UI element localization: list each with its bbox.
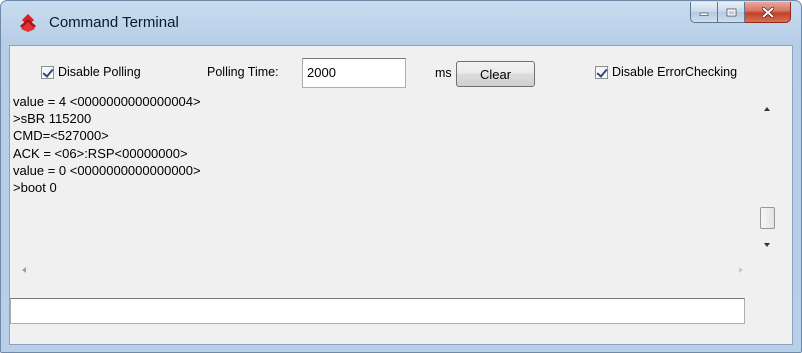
- vertical-scrollbar[interactable]: [759, 92, 776, 260]
- scroll-right-arrow-icon[interactable]: [739, 267, 743, 273]
- command-input[interactable]: [10, 298, 745, 324]
- polling-time-label: Polling Time:: [207, 65, 279, 79]
- console-line: CMD=<527000>: [13, 128, 109, 144]
- caption-buttons: [690, 2, 791, 23]
- red-diamond-chevron-icon: [20, 14, 36, 32]
- client-area: Disable Polling Polling Time: 2000 ms Cl…: [9, 45, 793, 345]
- disable-polling-checkbox[interactable]: [41, 66, 54, 79]
- console-line: value = 0 <0000000000000000>: [13, 162, 201, 178]
- console-line: value = 4 <0000000000000004>: [13, 94, 201, 109]
- console-output[interactable]: value = 4 <0000000000000004> >sBR 115200…: [10, 92, 758, 264]
- scroll-up-arrow-icon[interactable]: [764, 107, 770, 111]
- polling-unit-label: ms: [435, 66, 452, 80]
- maximize-icon: [726, 8, 736, 16]
- minimize-button[interactable]: [690, 2, 718, 23]
- command-terminal-window: Command Terminal Disable Polling Polling…: [0, 0, 802, 353]
- console-line: ACK = <06>:RSP<00000000>: [13, 145, 188, 161]
- disable-polling-label[interactable]: Disable Polling: [58, 65, 141, 79]
- horizontal-scrollbar[interactable]: [10, 262, 758, 279]
- minimize-icon: [699, 12, 709, 16]
- scroll-left-arrow-icon[interactable]: [22, 267, 26, 273]
- scroll-down-arrow-icon[interactable]: [764, 243, 770, 247]
- maximize-button[interactable]: [718, 2, 745, 23]
- polling-time-input[interactable]: 2000: [302, 58, 406, 88]
- vertical-scroll-thumb[interactable]: [760, 207, 775, 229]
- close-button[interactable]: [745, 2, 791, 23]
- clear-button[interactable]: Clear: [456, 61, 535, 87]
- console-line: >sBR 115200: [13, 111, 92, 127]
- close-icon: [761, 6, 774, 18]
- window-title: Command Terminal: [49, 14, 179, 31]
- disable-error-checking-label[interactable]: Disable ErrorChecking: [612, 65, 737, 79]
- disable-error-checking-checkbox[interactable]: [595, 66, 608, 79]
- title-bar[interactable]: Command Terminal: [1, 1, 801, 45]
- console-line: >boot 0: [13, 180, 57, 196]
